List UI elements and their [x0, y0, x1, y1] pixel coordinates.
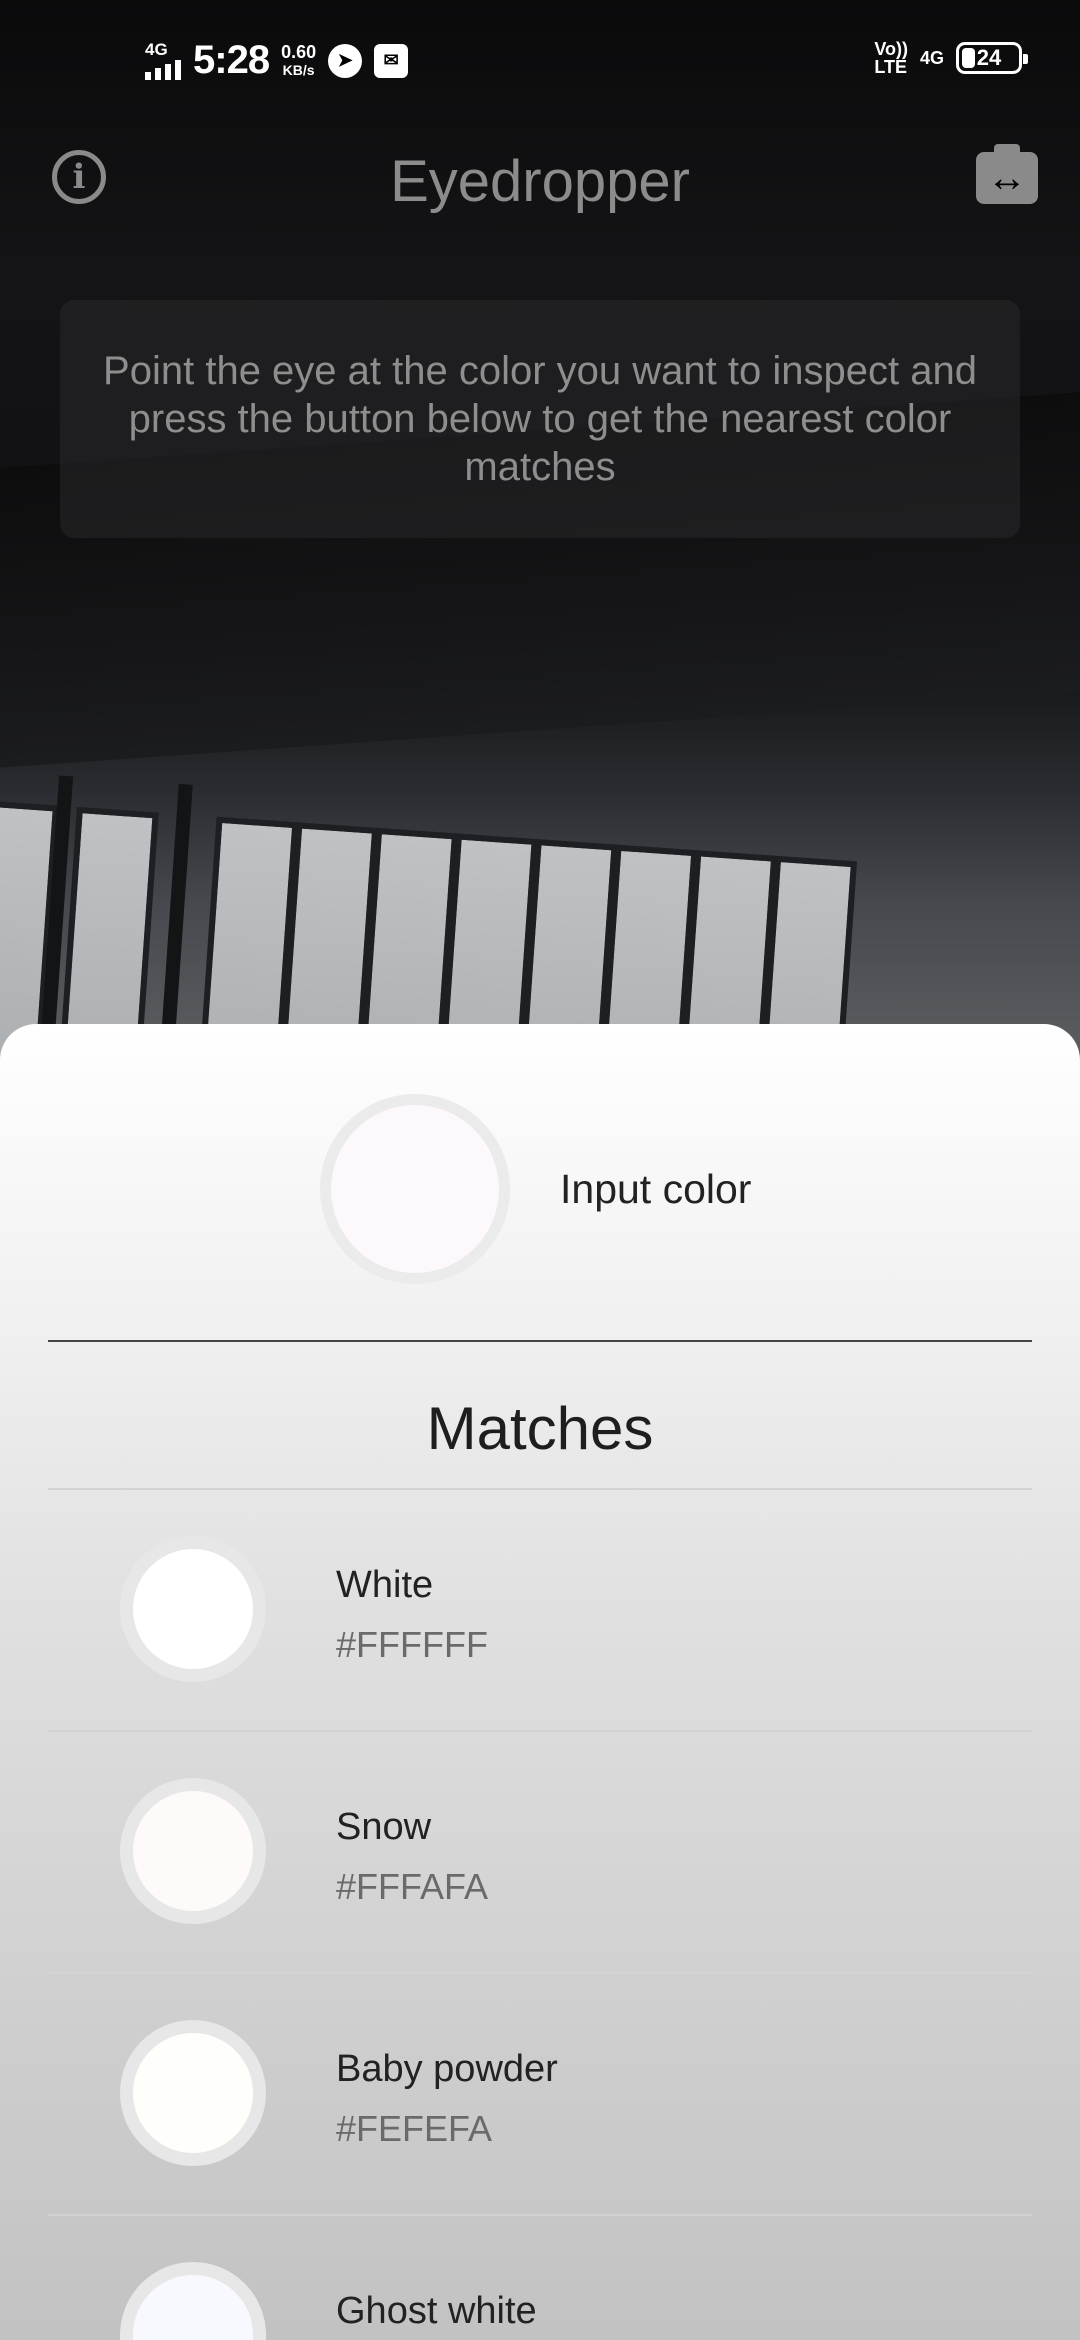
divider [48, 1340, 1032, 1342]
color-swatch [120, 1536, 266, 1682]
volte-indicator: Vo)) LTE [874, 40, 908, 76]
volte-bottom: LTE [874, 57, 907, 77]
color-name: Baby powder [336, 2048, 558, 2090]
color-swatch [120, 2262, 266, 2340]
network-speed: 0.60 KB/s [281, 43, 316, 79]
window-scene [0, 760, 1080, 1060]
speed-unit: KB/s [282, 61, 315, 78]
window-bar [155, 783, 193, 1060]
color-swatch [120, 1778, 266, 1924]
color-name: Snow [336, 1806, 432, 1848]
status-left: 4G 5:28 0.60 KB/s ➤ ✉ [145, 38, 409, 83]
volte-top: Vo)) [874, 39, 908, 59]
clock: 5:28 [193, 38, 270, 82]
network-type-right: 4G [919, 47, 944, 68]
signal-bars-icon [145, 59, 181, 80]
battery-level: 24 [976, 45, 1002, 70]
input-color-swatch [320, 1094, 510, 1284]
matches-list: White #FFFFFF Snow #FFFAFA Baby powder #… [48, 1488, 1032, 2340]
battery-fill [962, 48, 976, 68]
color-swatch-fill [133, 1549, 253, 1669]
page-title: Eyedropper [390, 149, 690, 214]
input-color-fill [331, 1105, 499, 1273]
color-swatch [120, 2020, 266, 2166]
color-hex: #FFFFFF [336, 1624, 488, 1665]
color-hex: #FFFAFA [336, 1866, 489, 1907]
window-pane [55, 806, 159, 1060]
input-color-row: Input color [0, 1094, 1080, 1284]
color-swatch-fill [133, 2275, 253, 2340]
match-item[interactable]: Snow #FFFAFA [48, 1730, 1032, 1972]
network-type: 4G [145, 39, 168, 59]
mail-icon: ✉ [374, 43, 409, 78]
match-item[interactable]: White #FFFFFF [48, 1488, 1032, 1730]
color-hex: #FEFEFA [336, 2108, 493, 2149]
match-item[interactable]: Baby powder #FEFEFA [48, 1972, 1032, 2214]
color-name: Ghost white [336, 2290, 537, 2332]
color-swatch-fill [133, 1791, 253, 1911]
battery-icon: 24 [956, 42, 1028, 74]
status-right: Vo)) LTE 4G 24 [874, 40, 1028, 76]
app-bar: i Eyedropper ↔ [0, 120, 1080, 240]
signal-indicator: 4G [145, 39, 181, 80]
switch-camera-icon[interactable]: ↔ [976, 144, 1038, 204]
instruction-text: Point the eye at the color you want to i… [103, 349, 977, 489]
input-color-label: Input color [560, 1166, 752, 1212]
matches-heading: Matches [426, 1395, 654, 1462]
telegram-icon: ➤ [328, 43, 363, 78]
match-item[interactable]: Ghost white [48, 2214, 1032, 2340]
status-bar: 4G 5:28 0.60 KB/s ➤ ✉ Vo)) LTE 4G 24 [0, 0, 1080, 120]
speed-value: 0.60 [281, 41, 317, 62]
color-name: White [336, 1564, 434, 1606]
color-swatch-fill [133, 2033, 253, 2153]
instruction-card: Point the eye at the color you want to i… [60, 300, 1020, 538]
bottom-sheet[interactable]: Input color Matches White #FFFFFF Snow #… [0, 1024, 1080, 2340]
